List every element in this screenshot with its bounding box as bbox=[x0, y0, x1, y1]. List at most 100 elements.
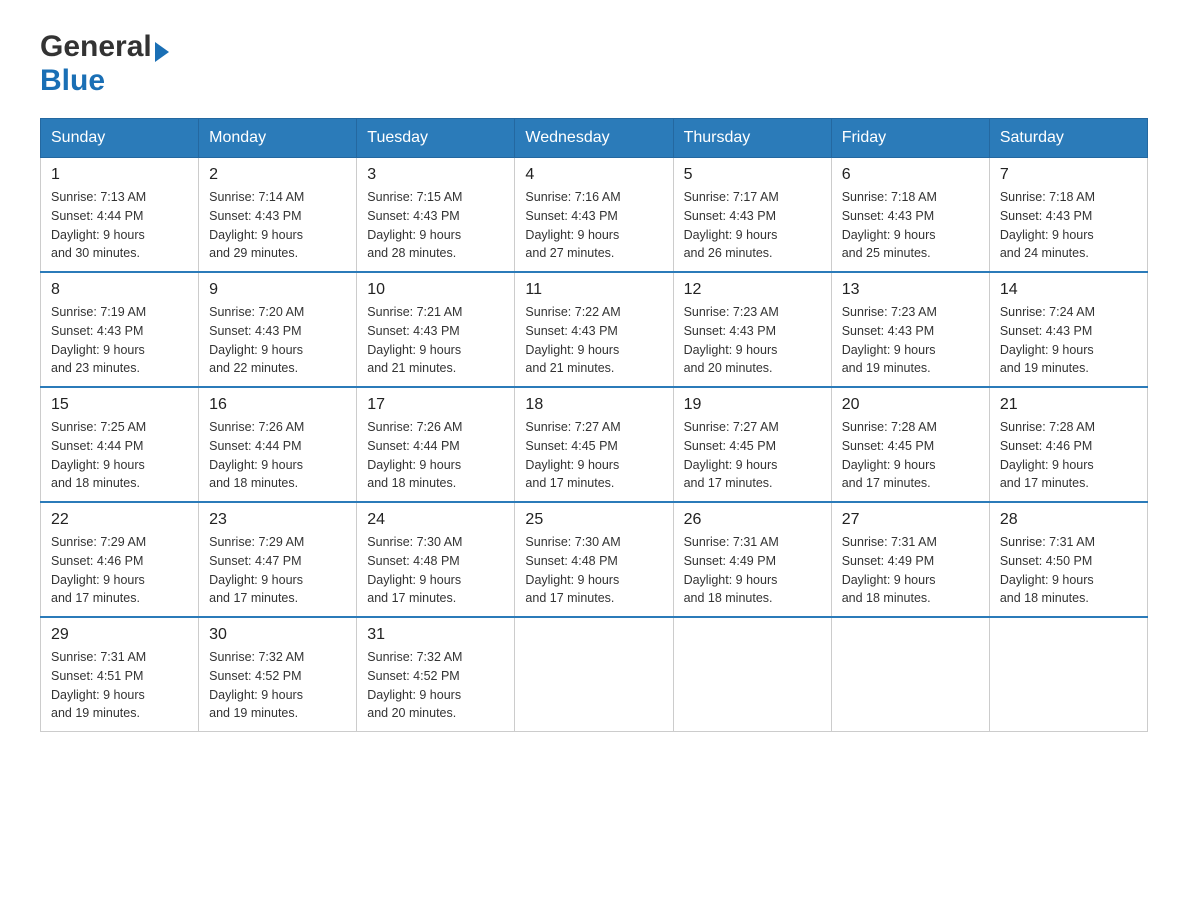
calendar-day-cell bbox=[515, 617, 673, 732]
logo-arrow-icon bbox=[155, 42, 169, 62]
calendar-day-cell: 10 Sunrise: 7:21 AM Sunset: 4:43 PM Dayl… bbox=[357, 272, 515, 387]
calendar-day-cell: 5 Sunrise: 7:17 AM Sunset: 4:43 PM Dayli… bbox=[673, 158, 831, 273]
calendar-day-cell: 4 Sunrise: 7:16 AM Sunset: 4:43 PM Dayli… bbox=[515, 158, 673, 273]
page-header: General Blue bbox=[40, 30, 1148, 98]
day-number: 25 bbox=[525, 511, 662, 529]
day-number: 1 bbox=[51, 166, 188, 184]
day-number: 14 bbox=[1000, 281, 1137, 299]
weekday-header-row: SundayMondayTuesdayWednesdayThursdayFrid… bbox=[41, 119, 1148, 158]
calendar-day-cell: 18 Sunrise: 7:27 AM Sunset: 4:45 PM Dayl… bbox=[515, 387, 673, 502]
day-info: Sunrise: 7:27 AM Sunset: 4:45 PM Dayligh… bbox=[684, 420, 779, 490]
calendar-day-cell: 21 Sunrise: 7:28 AM Sunset: 4:46 PM Dayl… bbox=[989, 387, 1147, 502]
day-info: Sunrise: 7:18 AM Sunset: 4:43 PM Dayligh… bbox=[842, 190, 937, 260]
calendar-day-cell: 9 Sunrise: 7:20 AM Sunset: 4:43 PM Dayli… bbox=[199, 272, 357, 387]
day-number: 26 bbox=[684, 511, 821, 529]
calendar-day-cell: 8 Sunrise: 7:19 AM Sunset: 4:43 PM Dayli… bbox=[41, 272, 199, 387]
weekday-header-saturday: Saturday bbox=[989, 119, 1147, 158]
logo-general: General bbox=[40, 30, 152, 64]
day-info: Sunrise: 7:30 AM Sunset: 4:48 PM Dayligh… bbox=[367, 535, 462, 605]
calendar-day-cell: 11 Sunrise: 7:22 AM Sunset: 4:43 PM Dayl… bbox=[515, 272, 673, 387]
day-info: Sunrise: 7:14 AM Sunset: 4:43 PM Dayligh… bbox=[209, 190, 304, 260]
day-info: Sunrise: 7:30 AM Sunset: 4:48 PM Dayligh… bbox=[525, 535, 620, 605]
day-number: 8 bbox=[51, 281, 188, 299]
day-info: Sunrise: 7:18 AM Sunset: 4:43 PM Dayligh… bbox=[1000, 190, 1095, 260]
logo-blue-line: Blue bbox=[40, 64, 169, 98]
day-number: 18 bbox=[525, 396, 662, 414]
calendar-day-cell bbox=[673, 617, 831, 732]
calendar-week-row: 1 Sunrise: 7:13 AM Sunset: 4:44 PM Dayli… bbox=[41, 158, 1148, 273]
calendar-day-cell: 24 Sunrise: 7:30 AM Sunset: 4:48 PM Dayl… bbox=[357, 502, 515, 617]
calendar-week-row: 29 Sunrise: 7:31 AM Sunset: 4:51 PM Dayl… bbox=[41, 617, 1148, 732]
day-info: Sunrise: 7:29 AM Sunset: 4:47 PM Dayligh… bbox=[209, 535, 304, 605]
day-number: 11 bbox=[525, 281, 662, 299]
day-number: 4 bbox=[525, 166, 662, 184]
day-number: 7 bbox=[1000, 166, 1137, 184]
day-info: Sunrise: 7:28 AM Sunset: 4:46 PM Dayligh… bbox=[1000, 420, 1095, 490]
day-info: Sunrise: 7:31 AM Sunset: 4:51 PM Dayligh… bbox=[51, 650, 146, 720]
day-number: 2 bbox=[209, 166, 346, 184]
day-number: 17 bbox=[367, 396, 504, 414]
day-info: Sunrise: 7:32 AM Sunset: 4:52 PM Dayligh… bbox=[367, 650, 462, 720]
day-number: 29 bbox=[51, 626, 188, 644]
day-number: 24 bbox=[367, 511, 504, 529]
day-info: Sunrise: 7:16 AM Sunset: 4:43 PM Dayligh… bbox=[525, 190, 620, 260]
calendar-day-cell bbox=[989, 617, 1147, 732]
weekday-header-tuesday: Tuesday bbox=[357, 119, 515, 158]
calendar-week-row: 15 Sunrise: 7:25 AM Sunset: 4:44 PM Dayl… bbox=[41, 387, 1148, 502]
day-info: Sunrise: 7:32 AM Sunset: 4:52 PM Dayligh… bbox=[209, 650, 304, 720]
calendar-day-cell: 30 Sunrise: 7:32 AM Sunset: 4:52 PM Dayl… bbox=[199, 617, 357, 732]
calendar-day-cell: 16 Sunrise: 7:26 AM Sunset: 4:44 PM Dayl… bbox=[199, 387, 357, 502]
day-number: 21 bbox=[1000, 396, 1137, 414]
day-number: 23 bbox=[209, 511, 346, 529]
day-info: Sunrise: 7:28 AM Sunset: 4:45 PM Dayligh… bbox=[842, 420, 937, 490]
day-info: Sunrise: 7:31 AM Sunset: 4:49 PM Dayligh… bbox=[842, 535, 937, 605]
day-info: Sunrise: 7:29 AM Sunset: 4:46 PM Dayligh… bbox=[51, 535, 146, 605]
calendar-day-cell: 20 Sunrise: 7:28 AM Sunset: 4:45 PM Dayl… bbox=[831, 387, 989, 502]
day-info: Sunrise: 7:23 AM Sunset: 4:43 PM Dayligh… bbox=[684, 305, 779, 375]
calendar-week-row: 22 Sunrise: 7:29 AM Sunset: 4:46 PM Dayl… bbox=[41, 502, 1148, 617]
day-info: Sunrise: 7:23 AM Sunset: 4:43 PM Dayligh… bbox=[842, 305, 937, 375]
day-info: Sunrise: 7:26 AM Sunset: 4:44 PM Dayligh… bbox=[209, 420, 304, 490]
day-number: 5 bbox=[684, 166, 821, 184]
day-number: 30 bbox=[209, 626, 346, 644]
calendar-day-cell: 3 Sunrise: 7:15 AM Sunset: 4:43 PM Dayli… bbox=[357, 158, 515, 273]
day-info: Sunrise: 7:22 AM Sunset: 4:43 PM Dayligh… bbox=[525, 305, 620, 375]
day-info: Sunrise: 7:31 AM Sunset: 4:50 PM Dayligh… bbox=[1000, 535, 1095, 605]
logo: General Blue bbox=[40, 30, 169, 98]
day-info: Sunrise: 7:17 AM Sunset: 4:43 PM Dayligh… bbox=[684, 190, 779, 260]
calendar-day-cell: 28 Sunrise: 7:31 AM Sunset: 4:50 PM Dayl… bbox=[989, 502, 1147, 617]
weekday-header-wednesday: Wednesday bbox=[515, 119, 673, 158]
calendar-day-cell: 12 Sunrise: 7:23 AM Sunset: 4:43 PM Dayl… bbox=[673, 272, 831, 387]
day-info: Sunrise: 7:31 AM Sunset: 4:49 PM Dayligh… bbox=[684, 535, 779, 605]
day-info: Sunrise: 7:15 AM Sunset: 4:43 PM Dayligh… bbox=[367, 190, 462, 260]
day-number: 9 bbox=[209, 281, 346, 299]
day-number: 27 bbox=[842, 511, 979, 529]
calendar-week-row: 8 Sunrise: 7:19 AM Sunset: 4:43 PM Dayli… bbox=[41, 272, 1148, 387]
day-info: Sunrise: 7:13 AM Sunset: 4:44 PM Dayligh… bbox=[51, 190, 146, 260]
day-number: 22 bbox=[51, 511, 188, 529]
weekday-header-thursday: Thursday bbox=[673, 119, 831, 158]
calendar-day-cell: 22 Sunrise: 7:29 AM Sunset: 4:46 PM Dayl… bbox=[41, 502, 199, 617]
day-info: Sunrise: 7:25 AM Sunset: 4:44 PM Dayligh… bbox=[51, 420, 146, 490]
logo-row: General bbox=[40, 30, 169, 64]
calendar-day-cell: 7 Sunrise: 7:18 AM Sunset: 4:43 PM Dayli… bbox=[989, 158, 1147, 273]
day-number: 13 bbox=[842, 281, 979, 299]
calendar-day-cell: 31 Sunrise: 7:32 AM Sunset: 4:52 PM Dayl… bbox=[357, 617, 515, 732]
calendar-day-cell: 27 Sunrise: 7:31 AM Sunset: 4:49 PM Dayl… bbox=[831, 502, 989, 617]
calendar-day-cell: 23 Sunrise: 7:29 AM Sunset: 4:47 PM Dayl… bbox=[199, 502, 357, 617]
calendar-day-cell bbox=[831, 617, 989, 732]
day-number: 16 bbox=[209, 396, 346, 414]
day-number: 12 bbox=[684, 281, 821, 299]
logo-blue-text: Blue bbox=[40, 64, 105, 97]
day-number: 10 bbox=[367, 281, 504, 299]
day-info: Sunrise: 7:21 AM Sunset: 4:43 PM Dayligh… bbox=[367, 305, 462, 375]
day-number: 28 bbox=[1000, 511, 1137, 529]
weekday-header-monday: Monday bbox=[199, 119, 357, 158]
day-info: Sunrise: 7:24 AM Sunset: 4:43 PM Dayligh… bbox=[1000, 305, 1095, 375]
calendar-day-cell: 14 Sunrise: 7:24 AM Sunset: 4:43 PM Dayl… bbox=[989, 272, 1147, 387]
day-number: 3 bbox=[367, 166, 504, 184]
weekday-header-sunday: Sunday bbox=[41, 119, 199, 158]
calendar-table: SundayMondayTuesdayWednesdayThursdayFrid… bbox=[40, 118, 1148, 732]
day-number: 6 bbox=[842, 166, 979, 184]
calendar-day-cell: 26 Sunrise: 7:31 AM Sunset: 4:49 PM Dayl… bbox=[673, 502, 831, 617]
